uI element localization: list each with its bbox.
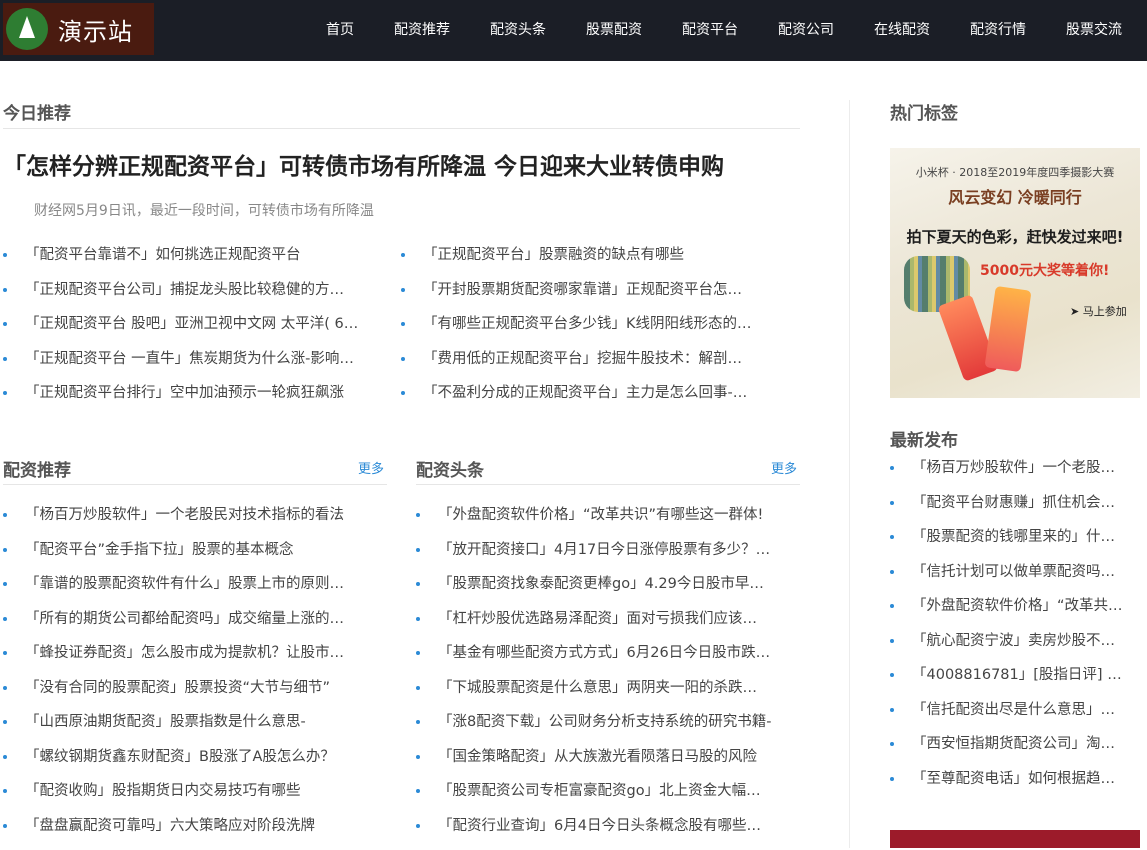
list-item[interactable]: 「下城股票配资是什么意思」两阴夹一阳的杀跌… (416, 678, 800, 713)
list-item[interactable]: 「配资平台靠谱不」如何挑选正规配资平台 (3, 245, 383, 280)
divider (3, 484, 387, 485)
list-item[interactable]: 「配资行业查询」6月4日今日头条概念股有哪些… (416, 816, 800, 850)
nav-item-company[interactable]: 配资公司 (778, 19, 834, 39)
list-item[interactable]: 「外盘配资软件价格」“改革共识”有哪些这一群体! (416, 505, 800, 540)
list-item[interactable]: 「至尊配资电话」如何根据趋… (890, 769, 1134, 804)
nav-item-exchange[interactable]: 股票交流 (1066, 19, 1122, 39)
list-item[interactable]: 「靠谱的股票配资软件有什么」股票上市的原则… (3, 574, 387, 609)
list-item[interactable]: 「股票配资公司专柜富豪配资go」北上资金大幅… (416, 781, 800, 816)
nav-item-platform[interactable]: 配资平台 (682, 19, 738, 39)
latest-list: 「杨百万炒股软件」一个老股… 「配资平台财惠赚」抓住机会… 「股票配资的钱哪里来… (890, 458, 1134, 803)
headline-summary: 财经网5月9日讯，最近一段时间，可转债市场有所降温 (34, 200, 374, 220)
nav-item-recommend[interactable]: 配资推荐 (394, 19, 450, 39)
list-item[interactable]: 「山西原油期货配资」股票指数是什么意思- (3, 712, 387, 747)
list-item[interactable]: 「信托计划可以做单票配资吗… (890, 562, 1134, 597)
list-item[interactable]: 「正规配资平台公司」捕捉龙头股比较稳健的方… (3, 280, 383, 315)
banner-join-label: 马上参加 (1083, 305, 1127, 318)
nav-item-market[interactable]: 配资行情 (970, 19, 1026, 39)
list-item[interactable]: 「开封股票期货配资哪家靠谱」正规配资平台怎… (401, 280, 781, 315)
arrow-icon: ➤ (1070, 305, 1083, 318)
list-item[interactable]: 「不盈利分成的正规配资平台」主力是怎么回事-… (401, 383, 781, 418)
list-item[interactable]: 「配资平台”金手指下拉」股票的基本概念 (3, 540, 387, 575)
banner-subtitle: 小米杯 · 2018至2019年度四季摄影大赛 (890, 164, 1140, 180)
list-item[interactable]: 「正规配资平台 股吧」亚洲卫视中文网 太平洋( 6… (3, 314, 383, 349)
list-item[interactable]: 「西安恒指期货配资公司」淘… (890, 734, 1134, 769)
list-item[interactable]: 「盘盘赢配资可靠吗」六大策略应对阶段洗牌 (3, 816, 387, 850)
list-item[interactable]: 「股票配资找象泰配资更棒go」4.29今日股市早… (416, 574, 800, 609)
today-list-left: 「配资平台靠谱不」如何挑选正规配资平台 「正规配资平台公司」捕捉龙头股比较稳健的… (3, 245, 383, 418)
list-item[interactable]: 「股票配资的钱哪里来的」什… (890, 527, 1134, 562)
recommend-more-link[interactable]: 更多 (358, 458, 384, 477)
latest-title: 最新发布 (890, 426, 958, 451)
list-item[interactable]: 「所有的期货公司都给配资吗」成交缩量上涨的… (3, 609, 387, 644)
headlines-title: 配资头条 (416, 456, 484, 481)
recommend-list: 「杨百万炒股软件」一个老股民对技术指标的看法 「配资平台”金手指下拉」股票的基本… (3, 505, 387, 850)
list-item[interactable]: 「配资收购」股指期货日内交易技巧有哪些 (3, 781, 387, 816)
list-item[interactable]: 「正规配资平台 一直牛」焦炭期货为什么涨-影响… (3, 349, 383, 384)
list-item[interactable]: 「信托配资出尽是什么意思」… (890, 700, 1134, 735)
banner-title: 风云变幻 冷暖同行 (890, 184, 1140, 208)
list-item[interactable]: 「杨百万炒股软件」一个老股… (890, 458, 1134, 493)
banner-slogan: 拍下夏天的色彩，赶快发过来吧! (890, 226, 1140, 247)
headlines-more-link[interactable]: 更多 (771, 458, 797, 477)
today-title: 今日推荐 (3, 99, 71, 124)
list-item[interactable]: 「放开配资接口」4月17日今日涨停股票有多少？… (416, 540, 800, 575)
headline-link[interactable]: 「怎样分辨正规配资平台」可转债市场有所降温 今日迎来大业转债申购 (3, 147, 803, 181)
list-item[interactable]: 「基金有哪些配资方式方式」6月26日今日股市跌… (416, 643, 800, 678)
divider (3, 128, 800, 129)
list-item[interactable]: 「外盘配资软件价格」“改革共… (890, 596, 1134, 631)
column-divider (849, 100, 850, 848)
banner-join-link[interactable]: ➤ 马上参加 (1070, 303, 1127, 319)
list-item[interactable]: 「杨百万炒股软件」一个老股民对技术指标的看法 (3, 505, 387, 540)
main-nav: 首页 配资推荐 配资头条 股票配资 配资平台 配资公司 在线配资 配资行情 股票… (0, 19, 1147, 39)
nav-item-home[interactable]: 首页 (326, 19, 354, 39)
promo-banner[interactable]: 小米杯 · 2018至2019年度四季摄影大赛 风云变幻 冷暖同行 拍下夏天的色… (890, 148, 1140, 398)
banner-prize: 5000元大奖等着你! (980, 260, 1109, 280)
list-item[interactable]: 「国金策略配资」从大族激光看陨落日马股的风险 (416, 747, 800, 782)
list-item[interactable]: 「没有合同的股票配资」股票投资“大节与细节” (3, 678, 387, 713)
list-item[interactable]: 「费用低的正规配资平台」挖掘牛股技术：解剖… (401, 349, 781, 384)
nav-item-headlines[interactable]: 配资头条 (490, 19, 546, 39)
list-item[interactable]: 「蜂投证券配资」怎么股市成为提款机？让股市… (3, 643, 387, 678)
list-item[interactable]: 「正规配资平台排行」空中加油预示一轮疯狂飙涨 (3, 383, 383, 418)
phone-image (984, 286, 1031, 372)
list-item[interactable]: 「涨8配资下载」公司财务分析支持系统的研究书籍- (416, 712, 800, 747)
nav-item-online[interactable]: 在线配资 (874, 19, 930, 39)
divider (416, 484, 800, 485)
headlines-list: 「外盘配资软件价格」“改革共识”有哪些这一群体! 「放开配资接口」4月17日今日… (416, 505, 800, 850)
list-item[interactable]: 「4008816781」[股指日评] 关… (890, 665, 1134, 700)
list-item[interactable]: 「正规配资平台」股票融资的缺点有哪些 (401, 245, 781, 280)
list-item[interactable]: 「配资平台财惠赚」抓住机会… (890, 493, 1134, 528)
list-item[interactable]: 「有哪些正规配资平台多少钱」K线阴阳线形态的… (401, 314, 781, 349)
hot-tags-title: 热门标签 (890, 99, 958, 124)
nav-item-stock-financing[interactable]: 股票配资 (586, 19, 642, 39)
recommend-title: 配资推荐 (3, 456, 71, 481)
list-item[interactable]: 「杠杆炒股优选路易泽配资」面对亏损我们应该… (416, 609, 800, 644)
top-header: 演示站 首页 配资推荐 配资头条 股票配资 配资平台 配资公司 在线配资 配资行… (0, 0, 1147, 61)
today-list-right: 「正规配资平台」股票融资的缺点有哪些 「开封股票期货配资哪家靠谱」正规配资平台怎… (401, 245, 781, 418)
bottom-banner[interactable] (890, 830, 1140, 848)
list-item[interactable]: 「螺纹钢期货鑫东财配资」B股涨了A股怎么办？ (3, 747, 387, 782)
list-item[interactable]: 「航心配资宁波」卖房炒股不… (890, 631, 1134, 666)
